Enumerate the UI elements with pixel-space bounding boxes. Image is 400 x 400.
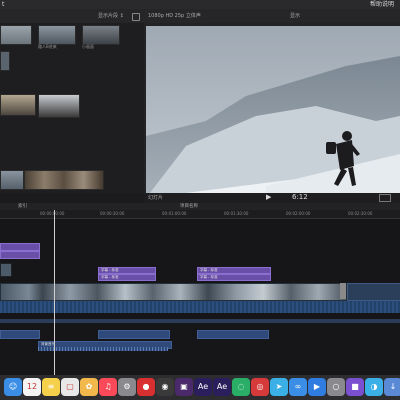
davinci-icon[interactable]: ◉: [156, 378, 174, 396]
ruler-tick: 00:00:30:00: [100, 211, 125, 216]
clip-thumbnail[interactable]: [82, 25, 120, 45]
viewer-format-label: 1080p HD 25p 立体声: [148, 13, 201, 19]
title-clip[interactable]: 字幕 - 标准: [197, 267, 271, 274]
utility-icon[interactable]: ○: [327, 378, 345, 396]
connected-clip[interactable]: [0, 263, 12, 277]
project-name: 项目名称: [180, 204, 198, 209]
ruler-tick: 00:02:00:00: [286, 211, 311, 216]
photos-icon[interactable]: ✿: [80, 378, 98, 396]
primary-storyline[interactable]: [0, 283, 347, 301]
wechat-icon[interactable]: ◌: [232, 378, 250, 396]
video-frame-image: [146, 26, 400, 198]
downloads-icon[interactable]: ↓: [384, 378, 400, 396]
tencent-video-icon[interactable]: ▶: [308, 378, 326, 396]
viewer-display-menu[interactable]: 显示: [290, 9, 300, 23]
after-effects-icon[interactable]: Ae: [194, 378, 212, 396]
clip-label: 路人B进来: [38, 44, 57, 49]
viewer-toolbar: 1080p HD 25p 立体声 显示: [144, 9, 400, 23]
zoom-menu[interactable]: 幻灯片: [148, 194, 163, 201]
index-button[interactable]: 索引: [18, 203, 27, 209]
title-clip[interactable]: [0, 251, 40, 259]
title-clip[interactable]: 字幕 - 标准: [98, 267, 156, 274]
ruler-tick: 00:01:30:00: [224, 211, 249, 216]
title-clip[interactable]: 字幕 - 标准: [98, 274, 156, 281]
play-icon[interactable]: ▶: [266, 193, 271, 201]
music-icon[interactable]: ♫: [99, 378, 117, 396]
menu-bar: t 帮助说明: [0, 0, 400, 9]
browser-filter-label[interactable]: 显示片段 ↕: [98, 9, 124, 23]
viewer-panel: 1080p HD 25p 立体声 显示: [144, 9, 400, 198]
title-clip[interactable]: 字幕 - 标准: [197, 274, 271, 281]
preferences-icon[interactable]: ⚙: [118, 378, 136, 396]
baidu-icon[interactable]: ∞: [289, 378, 307, 396]
clip-thumbnail[interactable]: [38, 94, 80, 118]
timeline-ruler[interactable]: 00:00:00:00 00:00:30:00 00:01:00:00 00:0…: [0, 210, 400, 219]
timeline-panel: 索引 项目名称 00:00:00:00 00:00:30:00 00:01:00…: [0, 203, 400, 375]
ruler-tick: 00:02:30:00: [348, 211, 373, 216]
clip-filmstrip[interactable]: [24, 170, 104, 190]
transition[interactable]: [340, 283, 346, 299]
music-waveform: [38, 347, 168, 351]
app-menu[interactable]: t: [2, 0, 4, 9]
bilibili-icon[interactable]: ◑: [365, 378, 383, 396]
audio-clip[interactable]: [0, 330, 40, 339]
title-clip[interactable]: [0, 243, 40, 251]
dock: ☺ 12 ≡ ▢ ✿ ♫ ⚙ ● ◉ ▣ Ae Ae ◌ ◎ ➤ ∞ ▶ ○ ■ ◑ ↓: [0, 375, 400, 400]
clip-thumbnail[interactable]: [0, 94, 36, 116]
browser-grid-icon[interactable]: [132, 13, 140, 21]
menu-status-text[interactable]: 帮助说明: [370, 0, 394, 9]
timecode-display[interactable]: 6:12: [292, 193, 308, 201]
audio-clip[interactable]: [98, 330, 170, 339]
after-effects-2-icon[interactable]: Ae: [213, 378, 231, 396]
audio-track[interactable]: [0, 301, 400, 313]
video-clip-selected[interactable]: [347, 283, 400, 301]
playhead[interactable]: [54, 210, 55, 375]
clip-thumbnail[interactable]: [38, 25, 76, 45]
notes-icon[interactable]: ≡: [42, 378, 60, 396]
final-cut-icon[interactable]: ▣: [175, 378, 193, 396]
clip-thumbnail[interactable]: [0, 51, 10, 71]
transport-bar: 幻灯片 ▶ 6:12: [144, 193, 400, 203]
app-red-icon[interactable]: ●: [137, 378, 155, 396]
finder-icon[interactable]: ☺: [4, 378, 22, 396]
files-icon[interactable]: ▢: [61, 378, 79, 396]
clip-label: 小画面: [82, 44, 94, 49]
ruler-tick: 00:00:00:00: [40, 211, 65, 216]
browser-toolbar: 显示片段 ↕: [0, 9, 144, 23]
audio-track[interactable]: [0, 319, 400, 323]
timeline-toolbar: 索引 项目名称: [0, 203, 400, 210]
fullscreen-icon[interactable]: [379, 194, 391, 202]
video-frame[interactable]: [146, 26, 400, 198]
calendar-icon[interactable]: 12: [23, 378, 41, 396]
clip-thumbnail[interactable]: [0, 25, 32, 45]
clip-thumbnail[interactable]: [0, 170, 24, 190]
audio-clip[interactable]: [197, 330, 269, 339]
netease-icon[interactable]: ◎: [251, 378, 269, 396]
screen-icon[interactable]: ■: [346, 378, 364, 396]
ruler-tick: 00:01:00:00: [162, 211, 187, 216]
browser-panel: 显示片段 ↕ 路人B进来 小画面: [0, 9, 144, 193]
feishu-icon[interactable]: ➤: [270, 378, 288, 396]
